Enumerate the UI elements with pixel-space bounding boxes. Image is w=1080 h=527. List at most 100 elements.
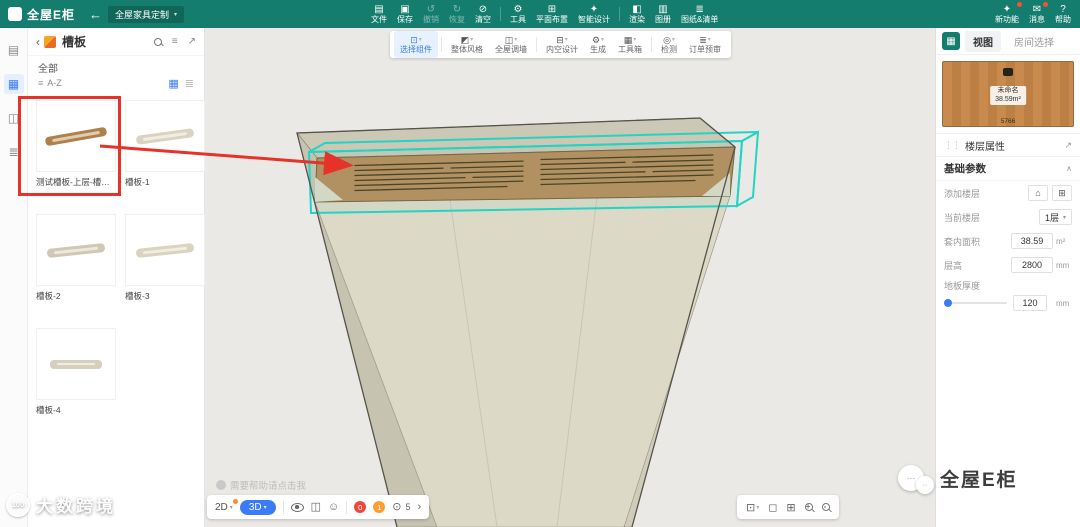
2d-mode-button[interactable]: 2D ▾ — [215, 498, 238, 513]
collapse-group-icon[interactable]: ≡ — [38, 78, 43, 88]
room-area: 38.59m² — [995, 95, 1021, 103]
cabinet-front-face — [314, 195, 731, 527]
thickness-slider-row: 120 mm — [936, 293, 1080, 313]
roam-icon[interactable]: ☺ — [328, 501, 339, 513]
3d-viewport[interactable] — [205, 28, 935, 527]
list-view-icon[interactable]: ≣ — [185, 77, 194, 90]
area-unit: m² — [1056, 236, 1066, 246]
album-button[interactable]: ▥ 图册 — [650, 0, 676, 28]
furniture-library-icon[interactable]: ▤ — [4, 40, 24, 60]
expand-panel-icon[interactable]: ↗ — [188, 36, 196, 47]
tools-icon: ⚙ — [513, 4, 523, 15]
fit-screen-button[interactable]: ⊞ — [786, 501, 795, 514]
catalog-grid: 测试槽板-上层-槽板类 槽板-1 槽板-2 槽板-3 槽板-4 — [28, 92, 205, 424]
floor-height-row: 层高 2800 mm — [936, 253, 1080, 277]
toolbox-icon: ▦ — [623, 35, 633, 45]
3d-mode-button[interactable]: 3D ▾ — [239, 499, 276, 515]
new-features-button[interactable]: ✦ 新功能 — [990, 0, 1024, 28]
thickness-field[interactable]: 120 — [1013, 295, 1047, 311]
messages-icon: ✉ — [1032, 4, 1042, 15]
select-component-button[interactable]: ⊡ ▾ 选择组件 — [394, 31, 438, 58]
properties-panel: ▦ 视图 房间选择 未命名 38.59m² 5766 ⋮⋮ 楼层属性 ↗ 基础参… — [935, 28, 1080, 527]
filter-all[interactable]: 全部 — [28, 56, 204, 75]
tools-button[interactable]: ⚙ 工具 — [505, 0, 531, 28]
zoom-out-button[interactable]: - — [821, 502, 830, 511]
floorplan-preview[interactable]: 未命名 38.59m² 5766 — [942, 61, 1074, 127]
workspace-select[interactable]: 全屋家具定制 ▾ — [108, 5, 185, 23]
catalog-item[interactable]: 槽板-1 — [125, 100, 205, 188]
catalog-item-label: 槽板-2 — [36, 291, 61, 301]
detect-button[interactable]: ◎ ▾ 检测 — [655, 31, 683, 58]
clear-icon: ⊘ — [478, 4, 488, 15]
right-panel-tabs: ▦ 视图 房间选择 — [936, 28, 1080, 55]
zoom-in-button[interactable]: + — [804, 502, 813, 511]
save-button[interactable]: ▣ 保存 — [392, 0, 418, 28]
catalog-item[interactable]: 槽板-4 — [36, 328, 116, 416]
thickness-slider-knob[interactable] — [944, 299, 952, 307]
mode-toolbar: ⊡ ▾ 选择组件 ◩ ▾ 整体风格 ◫ ▾ 全屋调墙 ⊟ ▾ 内空设计 ⚙ ▾ 生成 ▦ ▾… — [390, 31, 731, 58]
catalog-item[interactable]: 测试槽板-上层-槽板类 — [36, 100, 116, 188]
order-review-button[interactable]: ≣ ▾ 订单预审 — [683, 31, 727, 58]
render-button[interactable]: ◧ 渲染 — [624, 0, 650, 28]
redo-button[interactable]: ↻ 恢复 — [444, 0, 470, 28]
chevron-down-icon: ▾ — [418, 37, 422, 43]
toolbox-button[interactable]: ▦ ▾ 工具箱 — [612, 31, 648, 58]
basic-params-section[interactable]: 基础参数 ∧ — [936, 157, 1080, 181]
file-button[interactable]: ▤ 文件 — [366, 0, 392, 28]
tab-view[interactable]: 视图 — [965, 30, 1001, 52]
catalog-item[interactable]: 槽板-3 — [125, 214, 205, 302]
component-library-icon[interactable]: ≣ — [4, 142, 24, 162]
visibility-icon[interactable] — [290, 502, 304, 512]
catalog-item-thumbnail — [125, 100, 205, 172]
wall-adjust-button[interactable]: ◫ ▾ 全屋调墙 — [489, 31, 533, 58]
current-floor-select[interactable]: 1层 ▾ — [1038, 209, 1072, 225]
generate-button[interactable]: ⚙ ▾ 生成 — [584, 31, 612, 58]
expand-section-icon[interactable]: ↗ — [1064, 140, 1072, 151]
clear-button[interactable]: ⊘ 清空 — [470, 0, 496, 28]
messages-button[interactable]: ✉ 消息 — [1024, 0, 1050, 28]
frame-select-button[interactable]: ◻ — [768, 501, 777, 514]
back-button[interactable]: ← — [83, 7, 108, 22]
thickness-slider[interactable] — [944, 299, 1007, 307]
undo-button[interactable]: ↺ 撤销 — [418, 0, 444, 28]
expand-badges-icon[interactable]: › — [418, 501, 422, 513]
add-floor-up-button[interactable]: ⌂ — [1028, 185, 1048, 201]
help-button[interactable]: ? 帮助 — [1050, 0, 1076, 28]
catalog-back-button[interactable]: ‹ — [36, 35, 40, 49]
smart-design-button[interactable]: ✦ 智能设计 — [573, 0, 615, 28]
chevron-down-icon: ▾ — [564, 37, 568, 43]
minimap-icon[interactable]: ◫ — [311, 501, 321, 513]
chevron-down-icon: ▾ — [174, 11, 178, 18]
interior-design-icon: ⊟ — [556, 35, 564, 45]
target-icon[interactable]: ⊙ — [392, 501, 401, 513]
room-tool-icon[interactable]: ▦ — [942, 32, 960, 50]
area-value-field[interactable]: 38.59 — [1011, 233, 1053, 249]
toolbar-divider — [619, 7, 620, 21]
grid-view-icon[interactable]: ▦ — [168, 77, 178, 90]
warning-badge[interactable]: 1 — [373, 501, 386, 513]
overall-style-button[interactable]: ◩ ▾ 整体风格 — [445, 31, 489, 58]
floor-properties-section[interactable]: ⋮⋮ 楼层属性 ↗ — [936, 133, 1080, 157]
catalog-item[interactable]: 槽板-2 — [36, 214, 116, 302]
groove-panel-image — [135, 127, 195, 145]
search-icon[interactable] — [153, 37, 162, 46]
interior-design-button[interactable]: ⊟ ▾ 内空设计 — [540, 31, 584, 58]
error-badge[interactable]: 0 — [354, 501, 367, 513]
catalog-panel: ‹ 槽板 ≡ ↗ 全部 ≡ A-Z ▦ ≣ 测试槽板-上层-槽板类 槽板-1 槽… — [28, 28, 205, 527]
cabinet-library-icon[interactable]: ▦ — [3, 74, 24, 94]
help-tip[interactable]: 需要帮助请点击我 — [216, 478, 306, 492]
chevron-down-icon: ▾ — [707, 37, 711, 43]
add-floor-down-button[interactable]: ⊞ — [1052, 185, 1072, 201]
save-icon: ▣ — [400, 4, 410, 15]
watermark-right-text: 全屋E柜 — [940, 469, 1018, 491]
camera-view-button[interactable]: ⊡ ▾ — [746, 501, 759, 514]
drawings-list-button[interactable]: ≣ 图纸&清单 — [676, 0, 723, 28]
material-library-icon[interactable]: ◫ — [4, 108, 24, 128]
sort-icon[interactable]: ≡ — [172, 36, 178, 47]
floorplan-button[interactable]: ⊞ 平面布置 — [531, 0, 573, 28]
thickness-unit: mm — [1056, 298, 1070, 308]
floor-height-field[interactable]: 2800 — [1011, 257, 1053, 273]
groove-panel-image — [46, 242, 106, 258]
tab-room-select[interactable]: 房间选择 — [1006, 31, 1062, 52]
catalog-title: 槽板 — [62, 35, 87, 49]
